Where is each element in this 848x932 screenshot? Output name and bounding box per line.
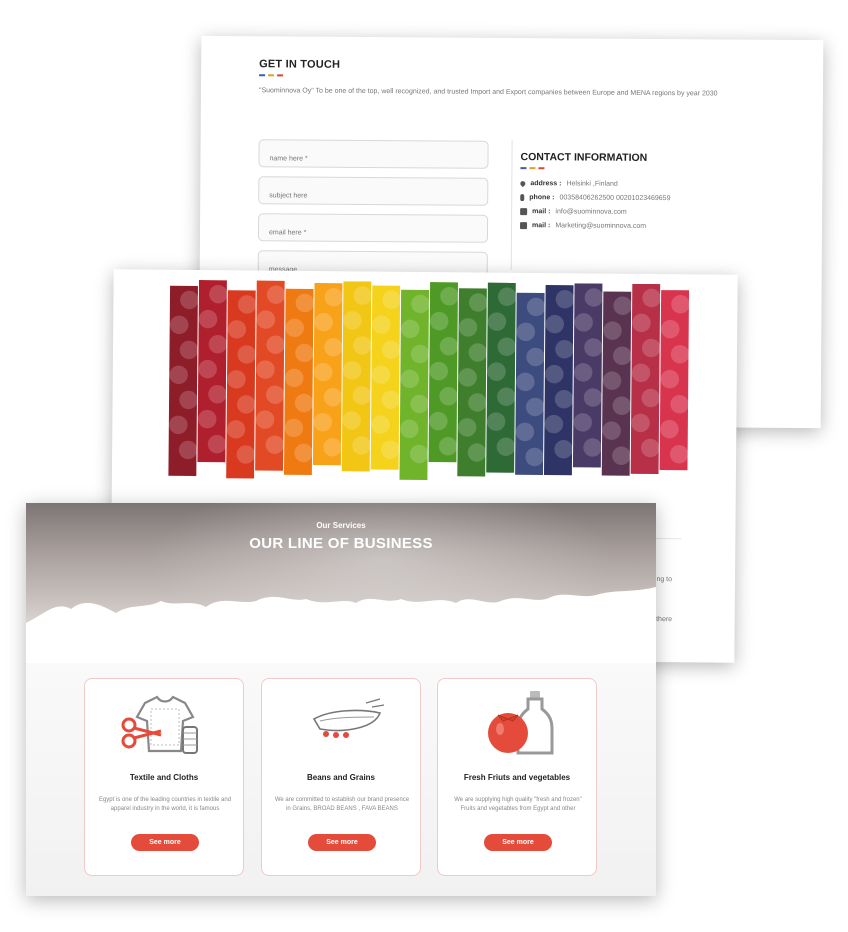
services-heading: OUR LINE OF BUSINESS bbox=[249, 535, 433, 552]
envelope-icon bbox=[520, 222, 528, 230]
get-in-touch-heading: GET IN TOUCH bbox=[259, 58, 341, 71]
subject-input[interactable] bbox=[258, 176, 489, 206]
service-title: Textile and Cloths bbox=[129, 773, 199, 782]
mail-label: mail : bbox=[532, 208, 551, 216]
mail-value-marketing[interactable]: Marketing@suominnova.com bbox=[555, 222, 646, 230]
services-eyebrow: Our Services bbox=[316, 521, 366, 530]
address-label: address : bbox=[530, 180, 562, 188]
produce-strip bbox=[601, 291, 632, 476]
dash-yellow bbox=[268, 74, 275, 77]
tomato-bottle-icon bbox=[488, 691, 554, 755]
address-value: Helsinki ,Finland bbox=[566, 180, 618, 188]
produce-strip bbox=[543, 285, 575, 476]
email-input[interactable] bbox=[257, 213, 489, 243]
dash-blue bbox=[259, 74, 266, 77]
service-card-textile: Textile and Cloths Egypt is one of the l… bbox=[84, 678, 244, 876]
dash-blue bbox=[520, 167, 527, 170]
see-more-button-textile[interactable]: See more bbox=[131, 834, 199, 851]
service-description: We are supplying high quality "fresh and… bbox=[454, 797, 582, 812]
mail-label: mail : bbox=[532, 222, 551, 230]
produce-strip bbox=[399, 289, 430, 481]
service-card-beans: Beans and Grains We are committed to est… bbox=[261, 678, 421, 876]
shirt-scissors-icon bbox=[121, 695, 198, 754]
service-description: Egypt is one of the leading countries in… bbox=[98, 797, 232, 812]
produce-strip bbox=[457, 288, 488, 477]
produce-strip bbox=[572, 283, 604, 468]
name-input[interactable] bbox=[258, 139, 489, 169]
heading-underline bbox=[259, 74, 284, 77]
produce-strip bbox=[659, 290, 690, 471]
contact-information-heading: CONTACT INFORMATION bbox=[520, 151, 648, 164]
produce-strip bbox=[168, 285, 199, 477]
produce-strip bbox=[312, 283, 344, 466]
service-title: Fresh Friuts and vegetables bbox=[463, 773, 571, 782]
service-description: We are committed to establish our brand … bbox=[274, 797, 410, 812]
mail-row-info: mail : info@suominnova.com bbox=[520, 208, 627, 216]
produce-strip bbox=[197, 280, 228, 463]
fruit-vegetable-strips-image bbox=[168, 280, 690, 481]
column-divider bbox=[510, 140, 513, 271]
phone-label: phone : bbox=[529, 194, 555, 202]
mail-row-marketing: mail : Marketing@suominnova.com bbox=[520, 222, 646, 230]
company-tagline: "Suominnova Oy" To be one of the top, we… bbox=[258, 87, 718, 98]
produce-strip bbox=[486, 282, 517, 473]
map-pin-icon bbox=[519, 180, 527, 188]
produce-strip bbox=[630, 283, 661, 475]
dash-red bbox=[538, 167, 545, 170]
produce-strip bbox=[341, 281, 373, 472]
produce-strip bbox=[515, 292, 546, 476]
phone-value[interactable]: 00358406262500 00201023469659 bbox=[559, 194, 670, 202]
bean-pod-icon bbox=[312, 698, 385, 738]
service-title: Beans and Grains bbox=[306, 773, 376, 782]
produce-strip bbox=[226, 290, 257, 479]
phone-row: phone : 00358406262500 00201023469659 bbox=[520, 194, 670, 202]
produce-strip bbox=[283, 288, 315, 476]
dash-yellow bbox=[529, 167, 536, 170]
services-screenshot-card: Our Services OUR LINE OF BUSINESS Textil… bbox=[26, 503, 656, 896]
produce-strip bbox=[370, 285, 401, 470]
see-more-button-fruits[interactable]: See more bbox=[484, 834, 552, 851]
envelope-icon bbox=[520, 208, 528, 216]
phone-icon bbox=[520, 194, 525, 202]
produce-strip bbox=[428, 282, 459, 463]
see-more-button-beans[interactable]: See more bbox=[308, 834, 376, 851]
dash-red bbox=[277, 74, 284, 77]
contact-info-underline bbox=[520, 167, 545, 170]
torn-paper-edge bbox=[26, 587, 656, 663]
service-card-fruits: Fresh Friuts and vegetables We are suppl… bbox=[437, 678, 597, 876]
mail-value-info[interactable]: info@suominnova.com bbox=[555, 208, 626, 215]
address-row: address : Helsinki ,Finland bbox=[519, 180, 618, 188]
produce-strip bbox=[255, 280, 286, 471]
